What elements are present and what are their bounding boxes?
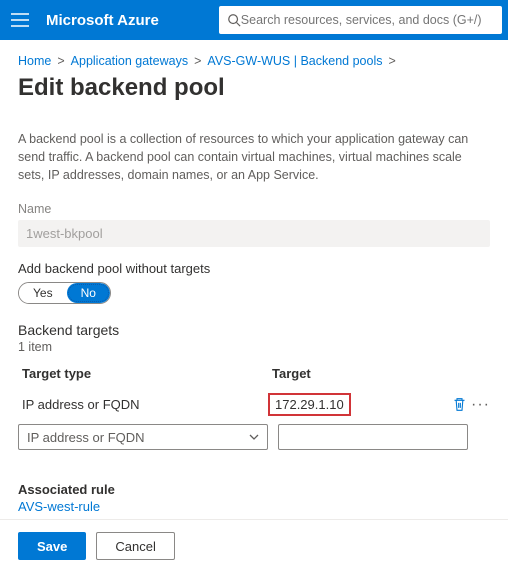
toggle-yes[interactable]: Yes (19, 283, 67, 303)
page-description: A backend pool is a collection of resour… (18, 130, 490, 184)
backend-targets-table: Target type Target IP address or FQDN 17… (18, 360, 490, 450)
footer-bar: Save Cancel (0, 519, 508, 572)
name-field: 1west-bkpool (18, 220, 490, 247)
breadcrumb-backendpools[interactable]: AVS-GW-WUS | Backend pools (207, 54, 382, 68)
name-label: Name (18, 202, 490, 216)
add-without-targets-toggle[interactable]: Yes No (18, 282, 111, 304)
menu-button[interactable] (0, 0, 40, 40)
header-target: Target (268, 360, 490, 387)
new-target-row: IP address or FQDN (18, 424, 490, 450)
table-header-row: Target type Target (18, 360, 490, 387)
target-value-input[interactable] (278, 424, 468, 450)
chevron-down-icon (249, 434, 259, 440)
add-without-targets-label: Add backend pool without targets (18, 261, 490, 276)
associated-rule-link[interactable]: AVS-west-rule (18, 499, 100, 514)
brand-label: Microsoft Azure (46, 12, 159, 29)
row-target-value: 172.29.1.10 (268, 393, 351, 416)
chevron-right-icon: > (57, 54, 64, 68)
delete-icon[interactable] (452, 397, 467, 412)
more-icon[interactable]: ··· (471, 401, 490, 409)
breadcrumb-appgw[interactable]: Application gateways (71, 54, 188, 68)
toggle-no[interactable]: No (67, 283, 110, 303)
associated-rule-label: Associated rule (18, 482, 490, 497)
page-title: Edit backend pool (18, 74, 490, 102)
global-search[interactable] (219, 6, 502, 34)
search-input[interactable] (241, 13, 494, 27)
cancel-button[interactable]: Cancel (96, 532, 174, 560)
search-icon (227, 13, 241, 27)
header-target-type: Target type (18, 360, 268, 387)
backend-targets-label: Backend targets (18, 322, 490, 338)
content-panel: Home > Application gateways > AVS-GW-WUS… (0, 40, 508, 514)
table-row: IP address or FQDN 172.29.1.10 ··· (18, 387, 490, 422)
item-count: 1 item (18, 340, 490, 354)
breadcrumb: Home > Application gateways > AVS-GW-WUS… (18, 50, 490, 68)
top-bar: Microsoft Azure (0, 0, 508, 40)
target-type-select[interactable]: IP address or FQDN (18, 424, 268, 450)
chevron-right-icon: > (388, 54, 395, 68)
save-button[interactable]: Save (18, 532, 86, 560)
row-type-value: IP address or FQDN (18, 397, 268, 412)
target-type-placeholder: IP address or FQDN (27, 430, 145, 445)
breadcrumb-home[interactable]: Home (18, 54, 51, 68)
chevron-right-icon: > (194, 54, 201, 68)
